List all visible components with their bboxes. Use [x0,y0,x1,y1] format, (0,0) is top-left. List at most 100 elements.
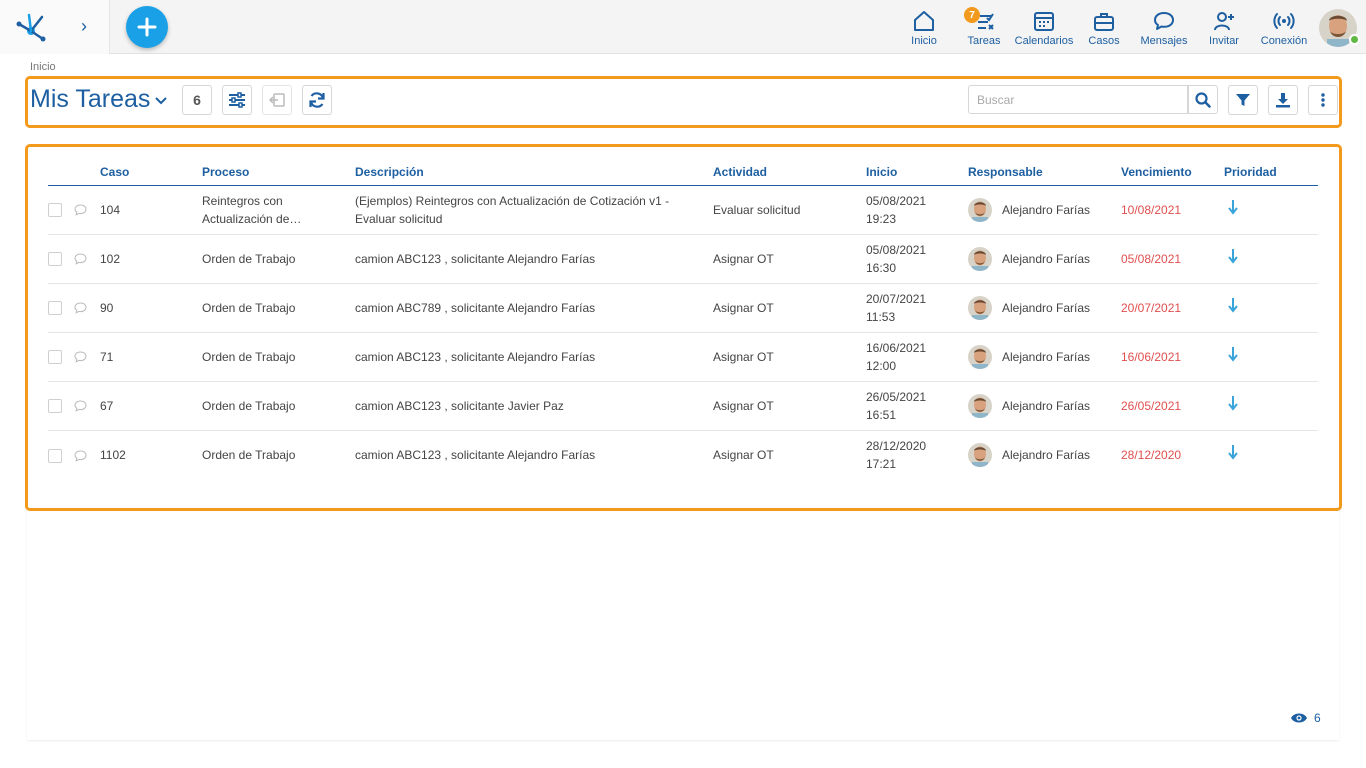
header-responsable[interactable]: Responsable [968,159,1121,186]
row-select-cell [48,283,100,333]
responsable-name: Alejandro Farías [1002,447,1091,462]
nav-calendarios[interactable]: Calendarios [1014,0,1074,54]
more-options-button[interactable] [1308,85,1338,115]
cell-actividad: Asignar OT [713,234,866,284]
chevron-down-icon [155,97,168,105]
search-input[interactable] [968,85,1188,114]
priority-low-icon [1228,200,1238,215]
row-select-cell [48,332,100,382]
header-actividad[interactable]: Actividad [713,159,866,186]
responsable-avatar [968,246,992,271]
row-checkbox[interactable] [48,301,62,316]
table-row[interactable]: 67 Orden de Trabajo camion ABC123 , solici… [48,381,1318,431]
header-select [48,159,100,186]
cell-proceso: Orden de Trabajo [202,381,355,431]
nav-mensajes-label: Mensajes [1140,35,1188,47]
online-status-icon [1349,34,1360,45]
comment-icon[interactable] [74,302,87,315]
nav-inicio[interactable]: Inicio [904,0,944,54]
nav-invitar-label: Invitar [1209,35,1239,47]
cell-caso[interactable]: 102 [100,234,202,284]
table-row[interactable]: 104 Reintegros con Actualización de… (Ejem… [48,185,1318,235]
task-toolbar: Mis Tareas 6 [25,76,1342,128]
search-button[interactable] [1188,85,1218,114]
inicio-hora: 11:53 [866,309,896,324]
nav-conexion-label: Conexión [1260,35,1308,47]
nav-invitar[interactable]: Invitar [1204,0,1244,54]
task-table: Caso Proceso Descripción Actividad Inici… [48,159,1318,479]
comment-icon[interactable] [74,253,87,266]
row-checkbox[interactable] [48,399,62,414]
inicio-hora: 16:51 [866,407,897,422]
row-checkbox[interactable] [48,448,62,463]
cell-descripcion: camion ABC123 , solicitante Alejandro Fa… [355,447,596,462]
cell-proceso: Orden de Trabajo [202,332,355,382]
expand-menu-icon[interactable]: › [76,15,92,37]
nav-inicio-label: Inicio [911,35,937,47]
cell-responsable: Alejandro Farías [968,185,1121,235]
inicio-fecha: 16/06/2021 [866,340,927,355]
row-checkbox[interactable] [48,203,62,218]
nav-calendarios-label: Calendarios [1014,35,1074,47]
responsable-avatar [968,442,992,467]
row-checkbox[interactable] [48,350,62,365]
app-logo-icon[interactable] [14,10,48,44]
cell-caso[interactable]: 71 [100,332,202,382]
nav-mensajes[interactable]: Mensajes [1138,0,1190,54]
responsable-name: Alejandro Farías [1002,251,1091,266]
table-row[interactable]: 90 Orden de Trabajo camion ABC789 , solici… [48,283,1318,333]
page-title: Mis Tareas [30,85,151,113]
row-select-cell [48,430,100,479]
cell-inicio: 20/07/2021 11:53 [866,283,968,333]
plus-icon [137,17,157,37]
header-vencimiento[interactable]: Vencimiento [1121,159,1224,186]
cell-proceso: Orden de Trabajo [202,234,355,284]
header-prioridad[interactable]: Prioridad [1224,159,1318,186]
header-inicio[interactable]: Inicio [866,159,968,186]
view-selector[interactable]: Mis Tareas [30,85,168,114]
release-task-button[interactable] [262,85,292,115]
table-row[interactable]: 1102 Orden de Trabajo camion ABC123 , soli… [48,430,1318,479]
download-button[interactable] [1268,85,1298,115]
filter-button[interactable] [1228,85,1258,115]
comment-icon[interactable] [74,450,87,462]
cell-descripcion: camion ABC123 , solicitante Javier Paz [355,381,713,431]
breadcrumb[interactable]: Inicio [30,61,56,73]
inicio-hora: 19:23 [866,211,897,226]
responsable-avatar [968,344,992,369]
cell-descripcion: camion ABC123 , solicitante Alejandro Fa… [355,332,713,382]
cell-caso[interactable]: 90 [100,283,202,333]
comment-icon[interactable] [74,204,87,217]
nav-casos[interactable]: Casos [1084,0,1124,54]
table-row[interactable]: 71 Orden de Trabajo camion ABC123 , solici… [48,332,1318,382]
refresh-button[interactable] [302,85,332,115]
cell-caso[interactable]: 67 [100,381,202,431]
columns-settings-button[interactable] [222,85,252,115]
nav-casos-label: Casos [1088,35,1120,47]
cell-caso[interactable]: 104 [100,185,202,235]
calendar-icon [1034,12,1054,31]
row-checkbox[interactable] [48,252,62,267]
table-row[interactable]: 102 Orden de Trabajo camion ABC123 , solic… [48,234,1318,284]
nav-tareas[interactable]: 7 Tareas [964,0,1004,54]
sliders-icon [229,92,245,108]
row-select-cell [48,185,100,235]
comment-icon[interactable] [74,351,87,364]
filter-icon [1236,94,1250,106]
cell-inicio: 28/12/2020 17:21 [866,430,968,479]
header-descripcion[interactable]: Descripción [355,159,713,186]
cell-inicio: 26/05/2021 16:51 [866,381,968,431]
more-vertical-icon [1321,93,1325,107]
header-caso[interactable]: Caso [100,159,202,186]
nav-tareas-label: Tareas [967,35,1001,47]
comment-icon[interactable] [74,400,87,413]
inicio-hora: 17:21 [866,456,897,471]
add-button[interactable] [126,6,168,48]
cell-actividad: Asignar OT [713,447,774,462]
nav-conexion[interactable]: Conexión [1258,0,1310,54]
cell-inicio: 16/06/2021 12:00 [866,332,968,382]
connection-icon [1273,13,1295,29]
header-proceso[interactable]: Proceso [202,159,355,186]
priority-low-icon [1228,347,1238,362]
cell-caso[interactable]: 1102 [100,430,202,479]
